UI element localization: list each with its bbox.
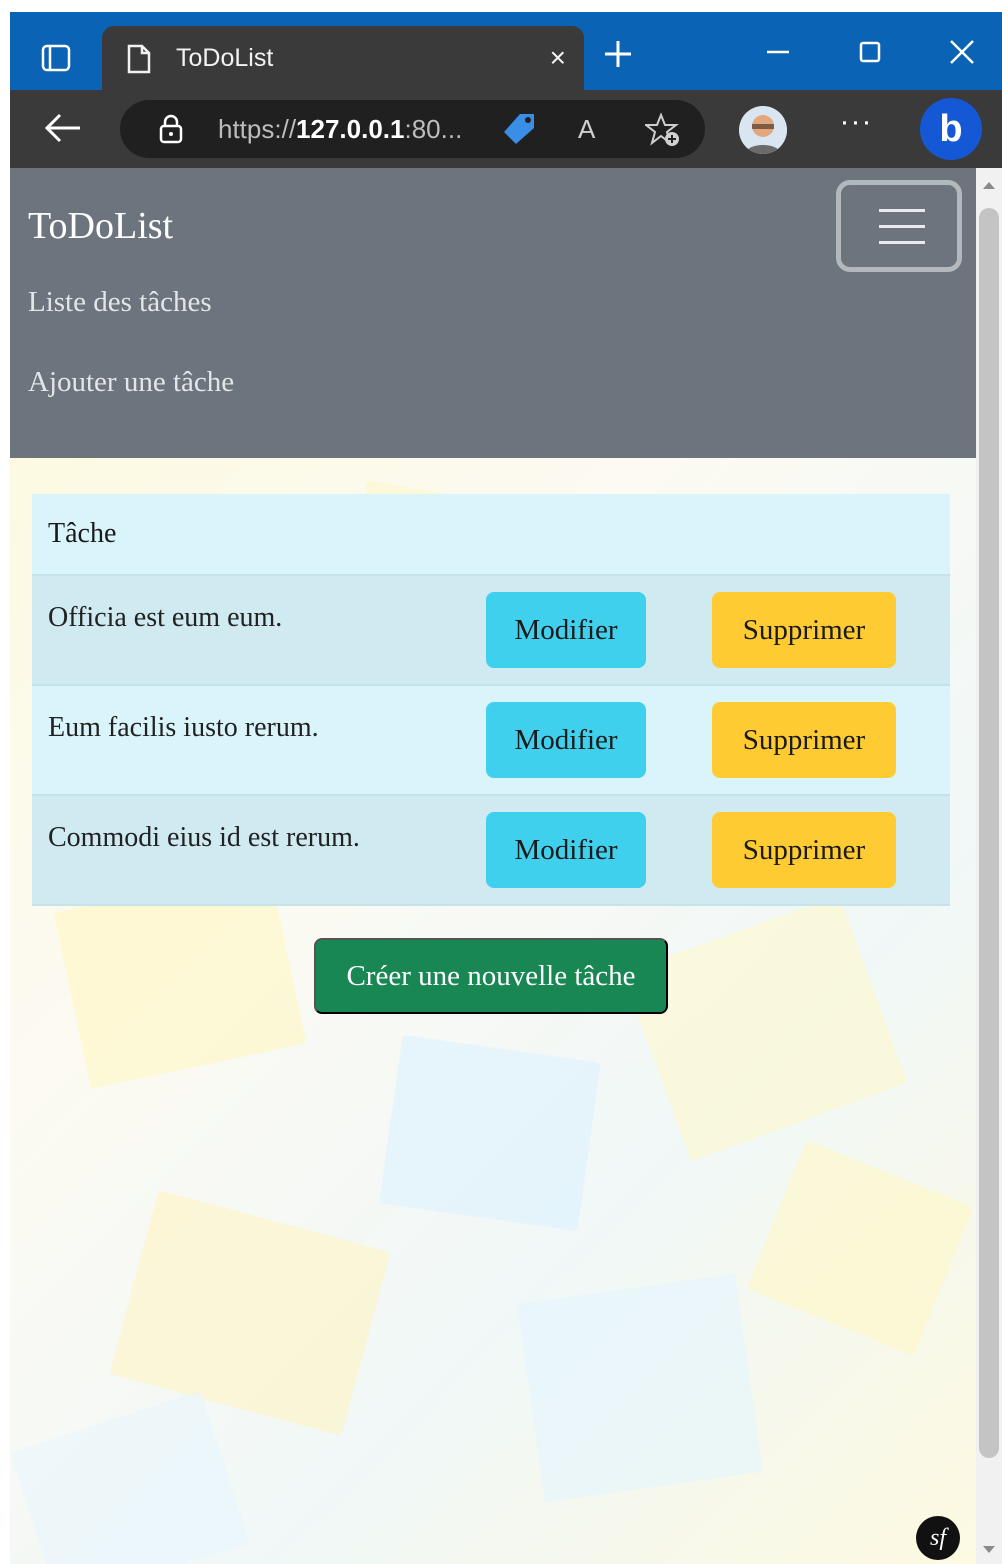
navbar: ToDoList Liste des tâches Ajouter une tâ… <box>10 168 976 458</box>
navbar-brand[interactable]: ToDoList <box>28 204 173 248</box>
plus-icon <box>605 41 631 67</box>
tab-actions-icon <box>41 44 71 72</box>
task-title: Officia est eum eum. <box>48 602 283 633</box>
edit-task-button[interactable]: Modifier <box>486 592 646 668</box>
navbar-toggler-button[interactable] <box>836 180 962 272</box>
back-button[interactable] <box>38 106 88 150</box>
delete-task-button[interactable]: Supprimer <box>712 812 896 888</box>
edit-task-button[interactable]: Modifier <box>486 702 646 778</box>
background-sticky-note <box>622 894 908 1162</box>
symfony-toolbar-icon[interactable]: sf <box>916 1516 960 1560</box>
nav-link-add-task[interactable]: Ajouter une tâche <box>28 366 234 399</box>
url-text[interactable]: https://127.0.0.1:80... <box>218 114 462 145</box>
maximize-button[interactable] <box>848 30 892 74</box>
browser-tab[interactable]: ToDoList × <box>102 26 584 90</box>
background-sticky-note <box>10 1391 250 1564</box>
background-sticky-note <box>517 1273 763 1503</box>
back-arrow-icon <box>44 113 80 143</box>
task-title: Commodi eius id est rerum. <box>48 822 360 853</box>
task-table: Tâche Officia est eum eum. Modifier Supp… <box>32 494 950 906</box>
delete-task-button[interactable]: Supprimer <box>712 702 896 778</box>
hamburger-icon <box>879 209 925 212</box>
tab-actions-button[interactable] <box>24 32 88 84</box>
vertical-scrollbar[interactable] <box>976 168 1002 1564</box>
background-sticky-note <box>746 1140 974 1356</box>
browser-window: ToDoList × https://127.0.0.1:80... A ···… <box>10 12 1002 1564</box>
create-task-button[interactable]: Créer une nouvelle tâche <box>314 938 668 1014</box>
title-bar: ToDoList × <box>10 12 1002 90</box>
delete-task-button[interactable]: Supprimer <box>712 592 896 668</box>
avatar-icon <box>739 106 787 154</box>
nav-link-task-list[interactable]: Liste des tâches <box>28 286 212 319</box>
scroll-up-icon[interactable] <box>983 182 995 189</box>
table-row: Officia est eum eum. Modifier Supprimer <box>32 576 950 686</box>
background-sticky-note <box>109 1190 391 1436</box>
column-header-task: Tâche <box>48 518 117 549</box>
browser-toolbar: https://127.0.0.1:80... A ··· b <box>10 90 1002 168</box>
coupon-tag-icon[interactable] <box>500 112 538 146</box>
add-favorite-icon[interactable] <box>645 112 681 148</box>
new-tab-button[interactable] <box>596 32 640 76</box>
task-title: Eum facilis iusto rerum. <box>48 712 319 743</box>
hamburger-icon <box>879 225 925 228</box>
close-window-button[interactable] <box>940 30 984 74</box>
bing-chat-button[interactable]: b <box>920 98 982 160</box>
table-header: Tâche <box>32 494 950 576</box>
background-sticky-note <box>379 1034 601 1232</box>
minimize-button[interactable] <box>756 30 800 74</box>
table-row: Eum facilis iusto rerum. Modifier Suppri… <box>32 686 950 796</box>
lock-icon <box>159 114 183 144</box>
address-bar[interactable]: https://127.0.0.1:80... A <box>120 100 705 158</box>
scroll-down-icon[interactable] <box>983 1546 995 1553</box>
maximize-icon <box>859 41 881 63</box>
edit-task-button[interactable]: Modifier <box>486 812 646 888</box>
hamburger-icon <box>879 241 925 244</box>
page-viewport: ToDoList Liste des tâches Ajouter une tâ… <box>10 168 976 1564</box>
close-tab-icon[interactable]: × <box>550 44 566 72</box>
profile-avatar[interactable] <box>739 106 787 154</box>
scrollbar-thumb[interactable] <box>979 208 999 1458</box>
tab-title: ToDoList <box>176 44 274 72</box>
table-row: Commodi eius id est rerum. Modifier Supp… <box>32 796 950 906</box>
close-icon <box>950 40 974 64</box>
minimize-icon <box>767 50 789 54</box>
read-aloud-icon[interactable]: A <box>578 114 595 145</box>
page-icon <box>127 44 151 74</box>
more-menu-button[interactable]: ··· <box>834 107 878 150</box>
